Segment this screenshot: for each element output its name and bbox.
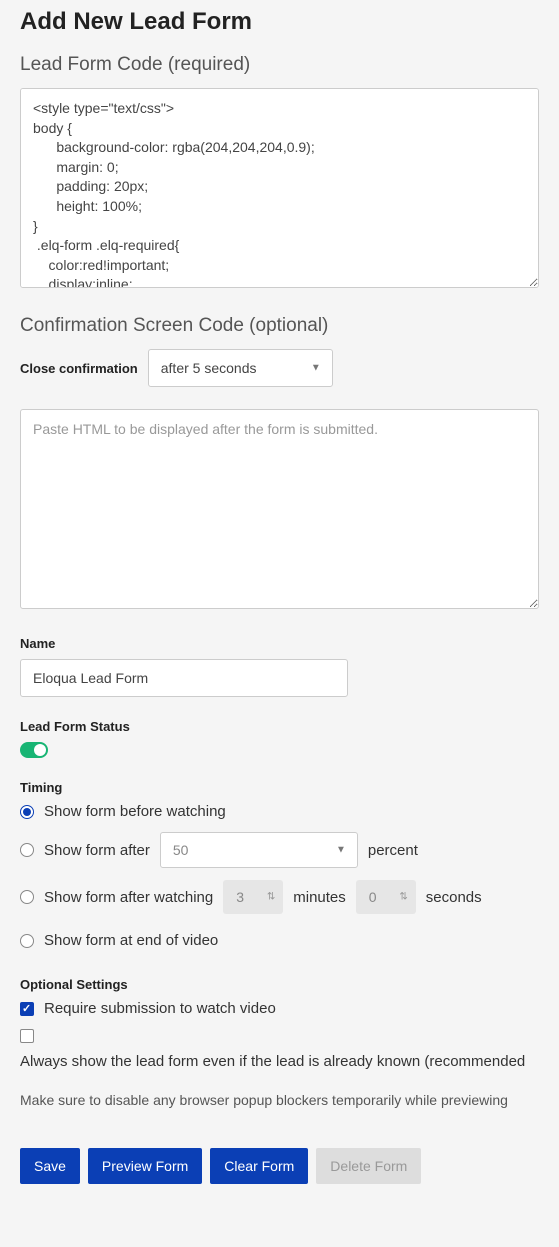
- name-label: Name: [20, 636, 539, 651]
- timing-seconds-label: seconds: [426, 889, 482, 906]
- preview-form-button[interactable]: Preview Form: [88, 1148, 202, 1184]
- confirmation-code-textarea[interactable]: [20, 409, 539, 609]
- status-label: Lead Form Status: [20, 719, 539, 734]
- require-submission-checkbox[interactable]: [20, 1002, 34, 1016]
- close-confirmation-label: Close confirmation: [20, 361, 138, 376]
- timing-label: Timing: [20, 780, 539, 795]
- preview-note: Make sure to disable any browser popup b…: [20, 1092, 539, 1108]
- timing-radio-before[interactable]: [20, 805, 34, 819]
- timing-percent-select[interactable]: 50: [160, 832, 358, 868]
- clear-form-button[interactable]: Clear Form: [210, 1148, 308, 1184]
- timing-before-label: Show form before watching: [44, 803, 226, 820]
- page-title: Add New Lead Form: [20, 8, 539, 36]
- timing-end-label: Show form at end of video: [44, 932, 218, 949]
- timing-watching-prefix: Show form after watching: [44, 889, 213, 906]
- name-input[interactable]: [20, 659, 348, 697]
- always-show-checkbox[interactable]: [20, 1029, 34, 1043]
- timing-seconds-input[interactable]: 0: [356, 880, 416, 914]
- close-confirmation-select[interactable]: after 5 seconds: [148, 349, 333, 387]
- timing-radio-end[interactable]: [20, 934, 34, 948]
- timing-minutes-input[interactable]: 3: [223, 880, 283, 914]
- optional-settings-label: Optional Settings: [20, 977, 539, 992]
- timing-radio-percent[interactable]: [20, 843, 34, 857]
- always-show-label: Always show the lead form even if the le…: [20, 1053, 525, 1070]
- status-toggle[interactable]: [20, 742, 48, 758]
- confirmation-heading: Confirmation Screen Code (optional): [20, 315, 539, 337]
- timing-minutes-label: minutes: [293, 889, 346, 906]
- timing-percent-prefix: Show form after: [44, 842, 150, 859]
- delete-form-button: Delete Form: [316, 1148, 421, 1184]
- require-submission-label: Require submission to watch video: [44, 1000, 276, 1017]
- lead-form-code-textarea[interactable]: [20, 88, 539, 288]
- timing-radio-watching[interactable]: [20, 890, 34, 904]
- timing-percent-suffix: percent: [368, 842, 418, 859]
- save-button[interactable]: Save: [20, 1148, 80, 1184]
- lead-form-code-heading: Lead Form Code (required): [20, 54, 539, 76]
